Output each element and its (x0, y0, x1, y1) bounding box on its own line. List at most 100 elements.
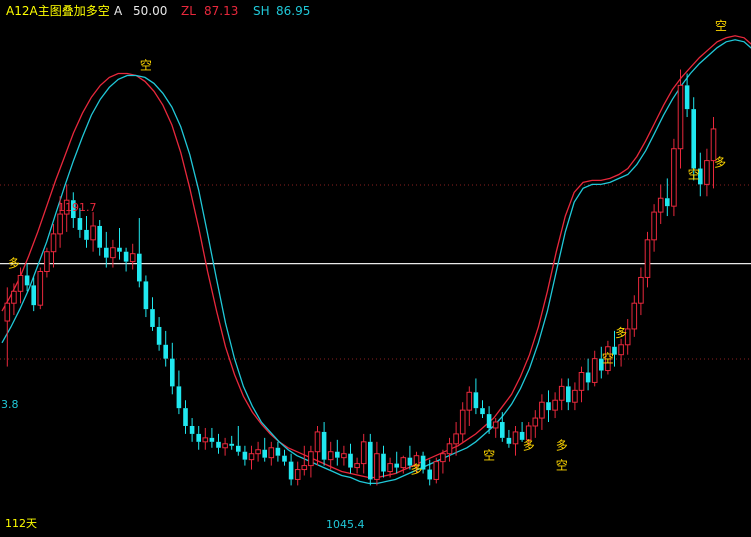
candle-body-up (492, 421, 499, 429)
candle-65 (433, 457, 440, 484)
candle-body-up (578, 372, 585, 391)
candle-body-down (84, 229, 89, 240)
candle-53 (354, 457, 360, 474)
candle-27 (183, 400, 188, 434)
candle-29 (196, 425, 201, 450)
candle-body-up (17, 274, 24, 292)
candle-17 (117, 227, 122, 260)
candle-44 (294, 461, 301, 486)
candle-14 (97, 220, 102, 256)
candle-32 (216, 433, 221, 454)
candle-95 (631, 295, 638, 337)
param-a-key: A (114, 4, 123, 18)
candle-body-down (163, 344, 168, 359)
candle-12 (84, 216, 89, 248)
candle-52 (348, 443, 353, 474)
candle-body-up (638, 276, 644, 304)
candle-body-up (57, 213, 63, 235)
candle-body-up (44, 251, 50, 273)
candle-59 (394, 451, 399, 474)
candle-body-down (31, 285, 36, 306)
candle-1 (11, 283, 17, 316)
candle-84 (558, 378, 565, 411)
chart-frame[interactable]: 多空多空多多空多空空多空 A12A主图叠加多空 A 50.00 ZL 87.13… (0, 0, 751, 537)
signal-label-10: 多 (714, 156, 726, 170)
candle-body-down (156, 326, 162, 345)
candle-body-down (691, 109, 696, 169)
candle-body-down (209, 437, 215, 442)
candle-body-up (248, 453, 255, 461)
candle-99 (657, 184, 664, 224)
candle-body-down (196, 433, 201, 442)
signal-label-8: 空 (602, 352, 614, 366)
candle-body-up (657, 197, 664, 213)
candle-body-up (314, 431, 321, 453)
candle-97 (644, 231, 651, 288)
candle-body-up (677, 84, 684, 150)
candle-body-down (585, 372, 591, 383)
candle-body-up (440, 453, 446, 463)
left-axis-value: 3.8 (1, 398, 19, 411)
candle-34 (229, 435, 234, 450)
candle-107 (710, 117, 717, 189)
candle-81 (539, 394, 545, 430)
candle-body-down (275, 447, 281, 456)
candle-body-up (308, 451, 314, 467)
candle-body-down (486, 414, 492, 428)
candle-83 (552, 392, 558, 419)
candle-body-up (110, 247, 116, 259)
candle-20 (137, 218, 142, 288)
high-price-label: 1191.7 (58, 201, 97, 214)
candle-body-up (129, 253, 136, 263)
candle-body-down (427, 469, 432, 480)
candle-body-down (546, 402, 551, 411)
candle-body-up (294, 469, 301, 480)
candlestick-chart[interactable]: 多空多空多 多空多空空多空 (0, 0, 751, 537)
candle-96 (638, 267, 644, 316)
candle-body-up (572, 389, 578, 403)
candle-body-up (37, 271, 44, 306)
candle-body-down (97, 225, 102, 248)
candle-101 (671, 138, 677, 217)
candle-85 (566, 378, 571, 411)
candle-93 (618, 338, 624, 367)
candle-body-up (11, 290, 17, 304)
candle-4 (31, 277, 36, 312)
candle-body-up (532, 417, 539, 427)
candle-body-up (400, 457, 407, 469)
candle-body-down (566, 386, 571, 403)
candle-body-down (117, 247, 122, 252)
candle-67 (446, 437, 453, 462)
candle-68 (453, 422, 459, 456)
candles-group (4, 69, 717, 486)
param-zl-value: 87.13 (204, 4, 239, 18)
candle-37 (248, 445, 255, 470)
candle-38 (255, 441, 261, 462)
candle-82 (546, 390, 551, 423)
candle-body-up (341, 453, 347, 459)
candle-body-down (183, 408, 188, 426)
candle-5 (37, 267, 44, 310)
candle-body-up (591, 358, 598, 383)
candle-106 (704, 148, 710, 197)
candle-88 (585, 358, 591, 391)
candle-75 (500, 412, 505, 442)
candle-body-down (170, 358, 175, 387)
candle-body-up (222, 443, 228, 449)
candle-42 (282, 449, 287, 466)
candle-19 (129, 243, 136, 270)
candle-13 (90, 212, 96, 252)
candle-body-up (360, 441, 367, 465)
low-price-label: 1045.4 (326, 518, 365, 531)
candle-body-up (433, 461, 440, 480)
candle-80 (532, 410, 539, 438)
candle-body-up (446, 443, 453, 455)
candle-body-up (644, 239, 651, 278)
candle-body-up (354, 463, 360, 469)
candle-86 (572, 382, 578, 411)
candle-body-up (301, 465, 308, 471)
candle-22 (150, 297, 155, 331)
candle-body-down (500, 422, 505, 438)
candle-31 (209, 427, 215, 448)
param-a-value: 50.00 (133, 4, 168, 18)
